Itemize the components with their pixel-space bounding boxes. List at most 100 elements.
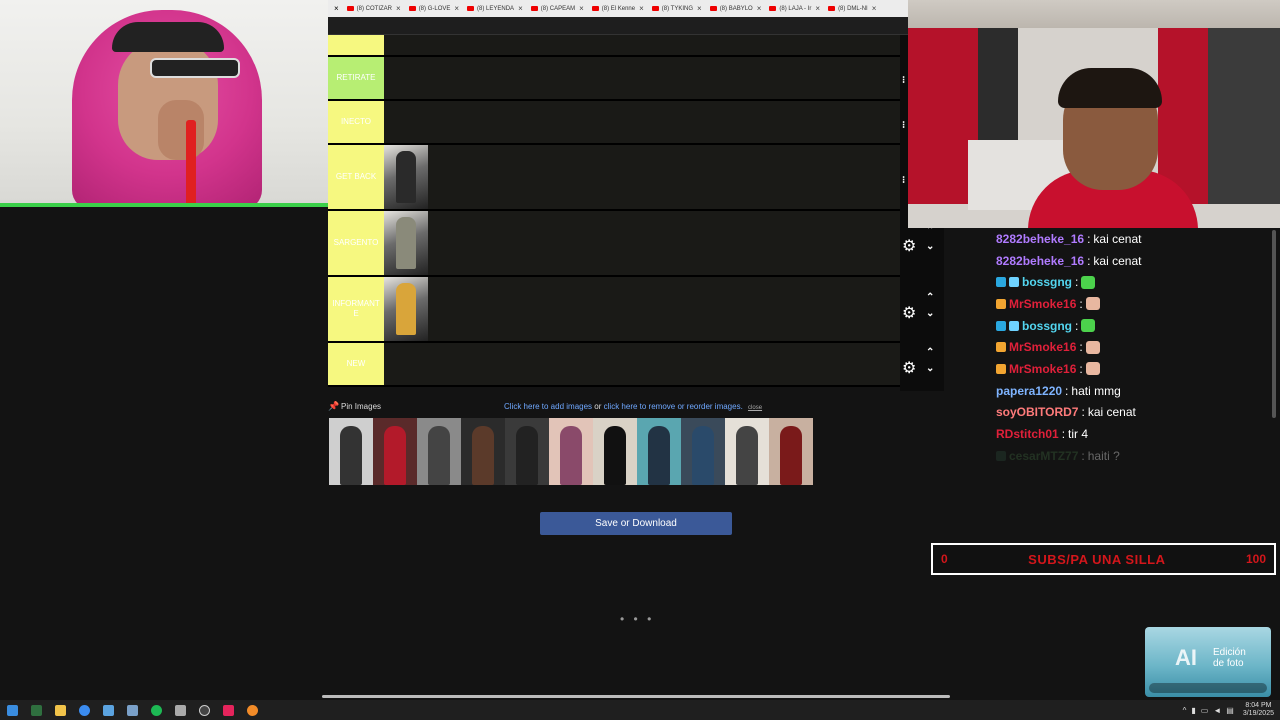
chevron-down-icon[interactable]: ⌄ bbox=[926, 308, 934, 319]
horizontal-scrollbar[interactable] bbox=[322, 695, 950, 698]
pen-tool-icon[interactable] bbox=[168, 700, 192, 720]
gallery-image[interactable] bbox=[373, 418, 417, 485]
chevron-down-icon[interactable]: ⌄ bbox=[926, 241, 934, 252]
chat-separator: : bbox=[1061, 427, 1066, 442]
browser-tab[interactable]: (8) CAPEAM × bbox=[527, 0, 588, 17]
tier-items[interactable] bbox=[384, 211, 900, 275]
reorder-images-link[interactable]: click here to remove or reorder images. bbox=[604, 402, 743, 411]
tier-image[interactable] bbox=[384, 211, 428, 275]
gear-icon[interactable]: ⚙ bbox=[902, 236, 916, 256]
tier-label[interactable]: RETIRATE bbox=[328, 57, 384, 99]
clock[interactable]: 8:04 PM 3/19/2025 bbox=[1243, 702, 1274, 718]
tier-items[interactable] bbox=[384, 101, 900, 143]
close-tab-icon[interactable]: × bbox=[579, 4, 584, 13]
gear-icon[interactable]: ⚙ bbox=[902, 358, 916, 378]
add-images-link[interactable]: Click here to add images bbox=[504, 402, 592, 411]
gallery-image[interactable] bbox=[681, 418, 725, 485]
tier-image[interactable] bbox=[384, 145, 428, 209]
gallery-image[interactable] bbox=[593, 418, 637, 485]
chat-scrollbar[interactable] bbox=[1272, 230, 1276, 418]
youtube-icon bbox=[709, 6, 717, 11]
save-or-download-button[interactable]: Save or Download bbox=[540, 512, 732, 535]
close-tab-icon[interactable]: × bbox=[396, 4, 401, 13]
chat-username[interactable]: MrSmoke16 bbox=[1009, 362, 1076, 376]
chevron-up-icon[interactable]: ⌃ bbox=[926, 292, 934, 303]
chat-username[interactable]: soyOBITORD7 bbox=[996, 405, 1078, 419]
youtube-icon bbox=[467, 6, 475, 11]
chevron-up-icon[interactable]: ⌃ bbox=[926, 347, 934, 358]
close-tab-icon[interactable]: × bbox=[815, 4, 820, 13]
browser-tab[interactable]: (8) LEYENDA × bbox=[463, 0, 527, 17]
ad-widget[interactable]: AI Edición de foto bbox=[1145, 627, 1271, 697]
gallery-image[interactable] bbox=[329, 418, 373, 485]
steam-icon[interactable] bbox=[120, 700, 144, 720]
browser-tab[interactable]: (8) LAJA - Ir × bbox=[765, 0, 824, 17]
browser-tab[interactable]: (8) DML-NI × bbox=[824, 0, 880, 17]
gallery-image[interactable] bbox=[725, 418, 769, 485]
chat-emote-icon bbox=[1085, 297, 1100, 311]
gallery-image[interactable] bbox=[461, 418, 505, 485]
network-icon[interactable]: ▭ bbox=[1201, 706, 1209, 715]
close-tab-icon[interactable]: × bbox=[757, 4, 762, 13]
chevron-up-icon[interactable]: ^ bbox=[1183, 706, 1187, 715]
chat-username[interactable]: RDstitch01 bbox=[996, 427, 1059, 441]
close-link[interactable]: close bbox=[748, 405, 762, 411]
browser-tab[interactable]: (8) TYKING × bbox=[648, 0, 706, 17]
language-icon[interactable]: ▤ bbox=[1226, 706, 1234, 715]
chat-username[interactable]: 8282beheke_16 bbox=[996, 254, 1084, 268]
gear-icon[interactable]: ⚙ bbox=[902, 303, 916, 323]
browser-tab[interactable]: (8) COTIZAR × bbox=[343, 0, 405, 17]
gallery-image[interactable] bbox=[769, 418, 813, 485]
tier-label[interactable]: INECTO bbox=[328, 101, 384, 143]
gallery-image[interactable] bbox=[637, 418, 681, 485]
chat-username[interactable]: cesarMTZ77 bbox=[1009, 449, 1078, 463]
close-tab-icon[interactable]: × bbox=[334, 4, 339, 13]
browser-app-icon[interactable] bbox=[240, 700, 264, 720]
chat-username[interactable]: MrSmoke16 bbox=[1009, 340, 1076, 354]
tier-items[interactable] bbox=[384, 343, 900, 385]
obs-icon[interactable] bbox=[192, 700, 216, 720]
tier-label[interactable]: GET BACK bbox=[328, 145, 384, 209]
gallery-image[interactable] bbox=[549, 418, 593, 485]
browser-tab[interactable]: (8) El Kenne × bbox=[588, 0, 648, 17]
chat-username[interactable]: MrSmoke16 bbox=[1009, 297, 1076, 311]
mic-icon[interactable]: ▮ bbox=[1191, 706, 1195, 715]
close-tab-icon[interactable]: × bbox=[872, 4, 877, 13]
app-icon[interactable] bbox=[96, 700, 120, 720]
pin-icon[interactable]: 📌 bbox=[328, 401, 339, 412]
tier-label[interactable]: INFORMANT E bbox=[328, 277, 384, 341]
chat-username[interactable]: 8282beheke_16 bbox=[996, 232, 1084, 246]
drag-handle-icon[interactable]: ⁝ bbox=[902, 120, 905, 131]
close-tab-icon[interactable]: × bbox=[454, 4, 459, 13]
chevron-down-icon[interactable]: ⌄ bbox=[926, 363, 934, 374]
tiktok-icon[interactable] bbox=[216, 700, 240, 720]
gallery-image[interactable] bbox=[505, 418, 549, 485]
chrome-icon[interactable] bbox=[72, 700, 96, 720]
drag-handle-icon[interactable]: ⁝ bbox=[902, 175, 905, 186]
close-tab-icon[interactable]: × bbox=[639, 4, 644, 13]
gallery-image[interactable] bbox=[417, 418, 461, 485]
ad-player-controls[interactable] bbox=[1149, 683, 1267, 693]
tier-items[interactable] bbox=[384, 57, 900, 99]
browser-tab[interactable]: (8) BABYLO × bbox=[706, 0, 766, 17]
chat-username[interactable]: bossgng bbox=[1022, 275, 1072, 289]
chat-username[interactable]: bossgng bbox=[1022, 319, 1072, 333]
tier-image[interactable] bbox=[384, 277, 428, 341]
file-explorer-icon[interactable] bbox=[48, 700, 72, 720]
terminal-icon[interactable] bbox=[24, 700, 48, 720]
drag-handle-icon[interactable]: ⁝ bbox=[902, 75, 905, 86]
close-tab-icon[interactable]: × bbox=[518, 4, 523, 13]
tier-label[interactable]: SARGENTO bbox=[328, 211, 384, 275]
tier-items[interactable] bbox=[384, 145, 900, 209]
browser-tab[interactable]: (8) G-LOVE × bbox=[405, 0, 463, 17]
windows-start-icon[interactable] bbox=[0, 700, 24, 720]
close-tab-icon[interactable]: × bbox=[697, 4, 702, 13]
youtube-icon bbox=[408, 6, 416, 11]
tier-label[interactable]: NEW bbox=[328, 343, 384, 385]
volume-icon[interactable]: ◄ bbox=[1213, 706, 1221, 715]
spotify-icon[interactable] bbox=[144, 700, 168, 720]
tier-items[interactable] bbox=[384, 277, 900, 341]
pin-images-label[interactable]: Pin Images bbox=[341, 402, 381, 411]
tier-items[interactable] bbox=[384, 35, 900, 55]
chat-username[interactable]: papera1220 bbox=[996, 384, 1062, 398]
